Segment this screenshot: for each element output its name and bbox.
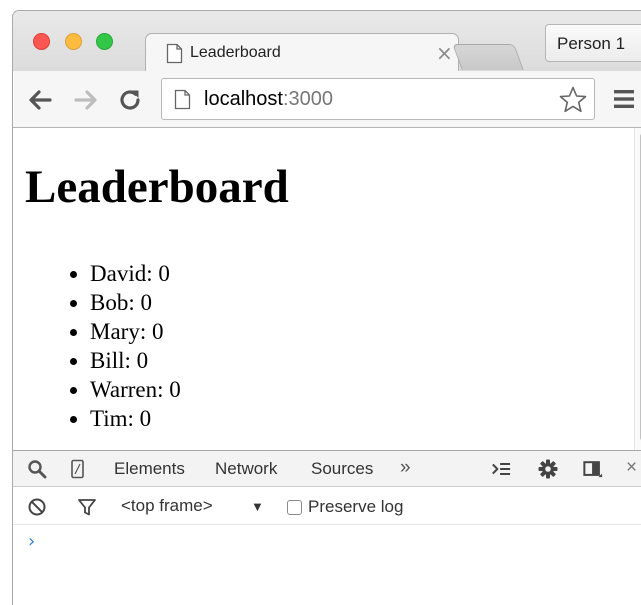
devtools-close-icon[interactable]: × <box>626 457 637 479</box>
browser-toolbar: localhost:3000 <box>13 71 641 128</box>
leaderboard-list: David: 0 Bob: 0 Mary: 0 Bill: 0 Warren: … <box>90 259 181 433</box>
devtools-toolbar: Elements Network Sources » × <box>13 451 641 487</box>
tab-title: Leaderboard <box>190 44 281 61</box>
url-port: :3000 <box>282 88 333 110</box>
address-bar[interactable]: localhost:3000 <box>161 78 595 120</box>
search-icon[interactable] <box>27 459 47 479</box>
console-toolbar: <top frame> ▼ Preserve log <box>13 488 641 525</box>
reload-icon[interactable] <box>117 87 143 113</box>
list-item: Mary: 0 <box>90 317 181 346</box>
browser-window: Leaderboard × Person 1 localhost:3000 Le… <box>12 10 641 605</box>
tab-close-icon[interactable]: × <box>436 41 453 65</box>
list-item: Warren: 0 <box>90 375 181 404</box>
star-icon[interactable] <box>558 85 588 115</box>
list-item: Bob: 0 <box>90 288 181 317</box>
tab-network[interactable]: Network <box>215 459 277 479</box>
device-icon[interactable] <box>68 459 88 479</box>
tab-leaderboard[interactable]: Leaderboard × <box>145 33 459 73</box>
page-title: Leaderboard <box>25 161 289 213</box>
list-item: Tim: 0 <box>90 404 181 433</box>
window-maximize-button[interactable] <box>96 33 113 50</box>
window-minimize-button[interactable] <box>65 33 82 50</box>
menu-icon[interactable] <box>613 88 635 110</box>
page-content: Leaderboard David: 0 Bob: 0 Mary: 0 Bill… <box>13 128 633 450</box>
window-close-button[interactable] <box>33 33 50 50</box>
list-item: David: 0 <box>90 259 181 288</box>
tab-strip: Leaderboard × Person 1 <box>13 11 641 73</box>
url-text: localhost:3000 <box>204 88 333 111</box>
page-scrollbar[interactable] <box>634 128 641 450</box>
console-drawer-icon[interactable] <box>491 459 511 479</box>
profile-button[interactable]: Person 1 <box>545 24 641 62</box>
tab-elements[interactable]: Elements <box>114 459 185 479</box>
url-host: localhost <box>204 88 283 110</box>
chevron-down-icon[interactable]: ▼ <box>251 499 264 514</box>
clear-icon[interactable] <box>27 497 47 517</box>
dock-icon[interactable] <box>583 459 603 479</box>
page-icon <box>166 43 183 64</box>
frame-selector[interactable]: <top frame> <box>121 496 213 516</box>
preserve-log-checkbox[interactable] <box>287 500 302 515</box>
back-arrow-icon[interactable] <box>27 87 53 113</box>
list-item: Bill: 0 <box>90 346 181 375</box>
forward-arrow-icon[interactable] <box>73 87 99 113</box>
filter-icon[interactable] <box>77 497 97 517</box>
gear-icon[interactable] <box>538 459 558 479</box>
page-icon <box>174 89 191 110</box>
tab-sources[interactable]: Sources <box>311 459 373 479</box>
new-tab-button[interactable] <box>452 44 524 70</box>
more-tabs-icon[interactable]: » <box>400 457 411 479</box>
console-prompt-icon[interactable]: › <box>28 531 35 552</box>
profile-name: Person 1 <box>557 34 626 53</box>
devtools-panel: Elements Network Sources » × <top frame>… <box>13 450 641 605</box>
preserve-log-label[interactable]: Preserve log <box>308 497 403 517</box>
